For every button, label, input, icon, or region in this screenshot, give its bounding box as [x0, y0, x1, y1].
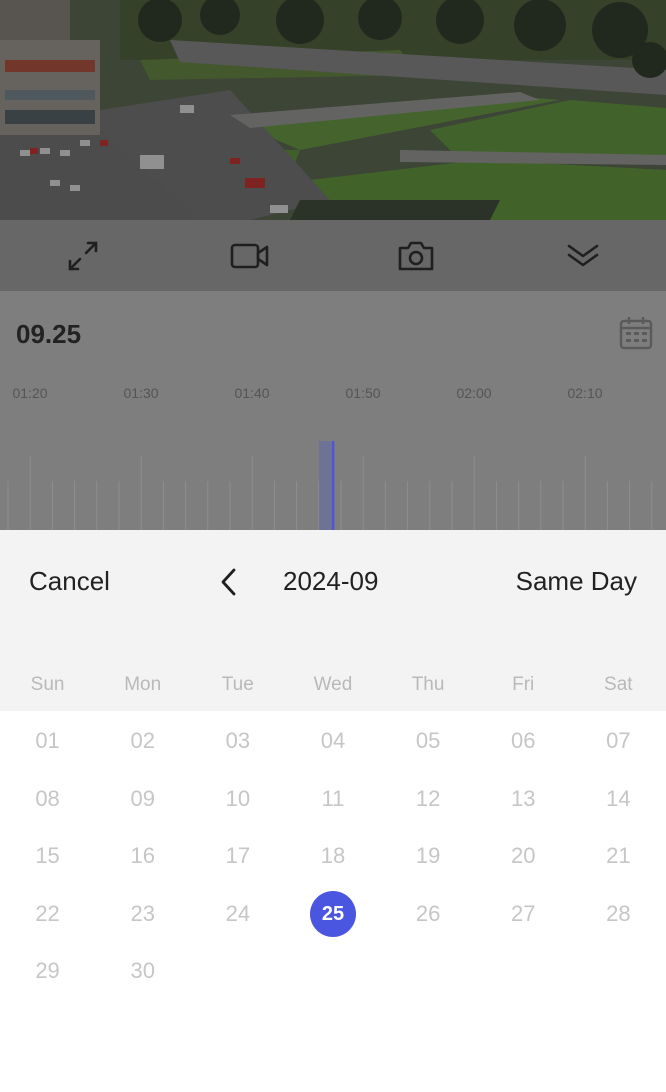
- day-cell[interactable]: 21: [583, 833, 653, 879]
- day-cell[interactable]: 05: [393, 718, 463, 764]
- day-cell[interactable]: 23: [108, 891, 178, 937]
- day-cell[interactable]: 27: [488, 891, 558, 937]
- chevron-left-icon[interactable]: [214, 566, 244, 598]
- timeline-time-label: 02:00: [456, 385, 492, 401]
- day-cell[interactable]: 11: [298, 776, 368, 822]
- fullscreen-button[interactable]: [53, 226, 113, 286]
- day-cell[interactable]: 06: [488, 718, 558, 764]
- day-cell[interactable]: 02: [108, 718, 178, 764]
- weekday-label: Sun: [30, 674, 65, 695]
- timeline-time-label: 01:20: [12, 385, 48, 401]
- playback-panel: 09.25 01:20 01:30 01:40 01:50 02:00 02:10: [0, 291, 666, 530]
- cancel-button[interactable]: Cancel: [29, 566, 110, 597]
- same-day-button[interactable]: Same Day: [516, 566, 637, 597]
- calendar-icon[interactable]: [618, 315, 654, 351]
- record-button[interactable]: [220, 226, 280, 286]
- day-cell[interactable]: 12: [393, 776, 463, 822]
- day-cell[interactable]: 10: [203, 776, 273, 822]
- day-cell[interactable]: 01: [13, 718, 83, 764]
- day-cell[interactable]: 09: [108, 776, 178, 822]
- timeline-time-labels: 01:20 01:30 01:40 01:50 02:00 02:10: [0, 385, 666, 403]
- day-cell[interactable]: 24: [203, 891, 273, 937]
- weekday-label: Fri: [512, 674, 535, 695]
- day-cell[interactable]: 03: [203, 718, 273, 764]
- day-cell[interactable]: 15: [13, 833, 83, 879]
- day-cell[interactable]: 20: [488, 833, 558, 879]
- day-cell[interactable]: 30: [108, 948, 178, 994]
- player-controls: [0, 220, 666, 291]
- day-cell[interactable]: 18: [298, 833, 368, 879]
- camera-feed-image: [0, 0, 666, 220]
- timeline-time-label: 01:30: [123, 385, 159, 401]
- timeline-time-label: 01:50: [345, 385, 381, 401]
- weekday-label: Tue: [221, 674, 254, 695]
- day-cell[interactable]: 08: [13, 776, 83, 822]
- snapshot-button[interactable]: [386, 226, 446, 286]
- collapse-chevron-icon: [567, 244, 599, 266]
- day-cell[interactable]: 26: [393, 891, 463, 937]
- calendar-day-grid: 01 02 03 04 05 06 07 08 09 10 11 12 13 14 15 16 17 18 19 20…: [0, 711, 666, 1092]
- day-cell-selected[interactable]: 25: [309, 890, 356, 937]
- day-cell[interactable]: 17: [203, 833, 273, 879]
- day-cell[interactable]: 19: [393, 833, 463, 879]
- snapshot-camera-icon: [398, 241, 434, 270]
- weekday-label: Thu: [411, 674, 445, 695]
- record-video-icon: [230, 243, 269, 268]
- day-cell[interactable]: 22: [13, 891, 83, 937]
- timeline-track[interactable]: [0, 441, 666, 530]
- day-cell[interactable]: 04: [298, 718, 368, 764]
- day-cell[interactable]: 14: [583, 776, 653, 822]
- camera-feed[interactable]: [0, 0, 666, 220]
- day-cell[interactable]: 07: [583, 718, 653, 764]
- day-cell[interactable]: 16: [108, 833, 178, 879]
- day-cell[interactable]: 28: [583, 891, 653, 937]
- weekday-header: Sun Mon Tue Wed Thu Fri Sat: [0, 674, 666, 698]
- timeline-time-label: 01:40: [234, 385, 270, 401]
- weekday-label: Wed: [313, 674, 353, 695]
- date-picker-header: Cancel 2024-09 Same Day Sun Mon Tue Wed Thu F…: [0, 530, 666, 711]
- timeline-time-label: 02:10: [567, 385, 603, 401]
- day-cell[interactable]: 29: [13, 948, 83, 994]
- weekday-label: Mon: [124, 674, 162, 695]
- playback-date: 09.25: [16, 319, 82, 349]
- fullscreen-icon: [68, 241, 98, 270]
- collapse-button[interactable]: [553, 226, 613, 286]
- day-cell[interactable]: 13: [488, 776, 558, 822]
- month-title: 2024-09: [283, 566, 379, 596]
- weekday-label: Sat: [604, 674, 633, 695]
